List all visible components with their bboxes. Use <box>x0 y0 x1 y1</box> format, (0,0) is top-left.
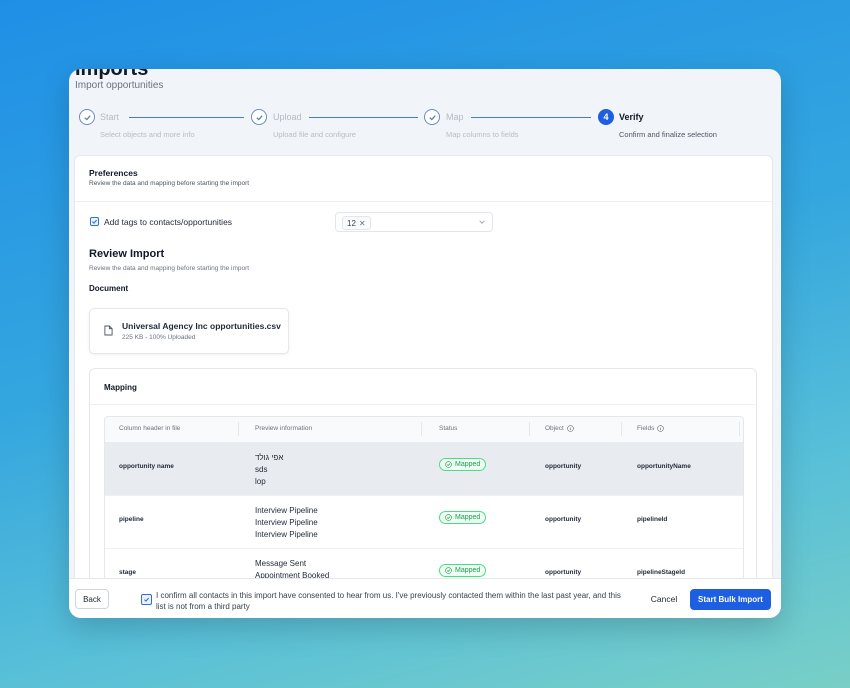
step-connector <box>309 117 418 119</box>
column-header-file: Column header in file <box>119 425 181 432</box>
back-button[interactable]: Back <box>75 589 109 609</box>
row-column-name: stage <box>119 569 136 576</box>
info-icon[interactable] <box>657 425 665 432</box>
add-tags-checkbox[interactable] <box>90 217 99 226</box>
step-start-description: Select objects and more info <box>100 130 195 139</box>
row-field: pipelineId <box>637 516 668 523</box>
column-header-preview: Preview information <box>255 425 313 432</box>
row-preview: Interview Pipeline Interview Pipeline In… <box>255 506 318 539</box>
row-field: opportunityName <box>637 463 691 470</box>
table-row[interactable]: opportunity name אפי גולד sds lop Mapped… <box>105 442 743 496</box>
row-object: opportunity <box>545 516 582 523</box>
step-upload-label[interactable]: Upload <box>273 112 302 122</box>
import-window: Imports Import opportunities Start Selec… <box>69 69 781 618</box>
tag-chip: 12 ✕ <box>342 216 371 230</box>
step-map-label[interactable]: Map <box>446 112 464 122</box>
page-subtitle: Import opportunities <box>75 80 164 91</box>
file-icon <box>104 325 113 336</box>
status-badge: Mapped <box>439 458 487 471</box>
mapping-card: Mapping Column header in file Preview in… <box>89 368 757 586</box>
step-upload-description: Upload file and configure <box>273 130 356 139</box>
add-tags-label[interactable]: Add tags to contacts/opportunities <box>104 217 232 227</box>
mapping-table: Column header in file Preview informatio… <box>104 416 744 586</box>
section-divider <box>90 404 756 405</box>
table-header: Column header in file Preview informatio… <box>105 417 743 443</box>
column-header-status: Status <box>439 425 458 432</box>
step-verify-description: Confirm and finalize selection <box>619 130 717 139</box>
row-object: opportunity <box>545 463 582 470</box>
tag-chip-label: 12 <box>347 218 356 228</box>
step-map-description: Map columns to fields <box>446 130 519 139</box>
mapping-title: Mapping <box>104 383 137 392</box>
row-field: pipelineStageId <box>637 569 686 576</box>
verify-card: Preferences Review the data and mapping … <box>74 155 773 587</box>
cancel-button[interactable]: Cancel <box>641 589 687 609</box>
step-connector <box>471 117 591 119</box>
row-column-name: opportunity name <box>119 463 174 470</box>
consent-checkbox[interactable] <box>141 594 152 605</box>
preferences-subtitle: Review the data and mapping before start… <box>89 180 250 187</box>
tags-select[interactable]: 12 ✕ <box>335 212 493 232</box>
column-header-object: Object <box>545 425 574 432</box>
step-map-check-icon <box>424 109 440 125</box>
review-import-title: Review Import <box>89 248 165 260</box>
step-start-check-icon <box>79 109 95 125</box>
remove-tag-icon[interactable]: ✕ <box>359 219 366 228</box>
check-circle-icon <box>445 567 452 574</box>
step-connector <box>129 117 244 119</box>
check-circle-icon <box>445 514 452 521</box>
step-verify-number: 4 <box>598 109 614 125</box>
step-verify-label[interactable]: Verify <box>619 112 644 122</box>
document-file-meta: 225 KB - 100% Uploaded <box>122 334 196 341</box>
step-start-label[interactable]: Start <box>100 112 119 122</box>
start-bulk-import-button[interactable]: Start Bulk Import <box>690 589 771 610</box>
info-icon[interactable] <box>567 425 574 432</box>
row-object: opportunity <box>545 569 582 576</box>
table-row[interactable]: pipeline Interview Pipeline Interview Pi… <box>105 495 743 549</box>
preferences-title: Preferences <box>89 168 138 178</box>
consent-text[interactable]: I confirm all contacts in this import ha… <box>156 590 626 612</box>
document-file-name: Universal Agency Inc opportunities.csv <box>122 321 281 331</box>
section-divider <box>75 201 772 202</box>
footer-bar: Back I confirm all contacts in this impo… <box>69 578 781 618</box>
check-circle-icon <box>445 461 452 468</box>
document-label: Document <box>89 284 129 293</box>
status-badge: Mapped <box>439 564 487 577</box>
status-badge: Mapped <box>439 511 487 524</box>
row-column-name: pipeline <box>119 516 144 523</box>
step-upload-check-icon <box>251 109 267 125</box>
review-import-subtitle: Review the data and mapping before start… <box>89 265 250 272</box>
chevron-down-icon <box>479 220 485 224</box>
document-card: Universal Agency Inc opportunities.csv 2… <box>89 308 289 354</box>
row-preview: אפי גולד sds lop <box>255 453 284 486</box>
column-header-fields: Fields <box>637 425 665 432</box>
